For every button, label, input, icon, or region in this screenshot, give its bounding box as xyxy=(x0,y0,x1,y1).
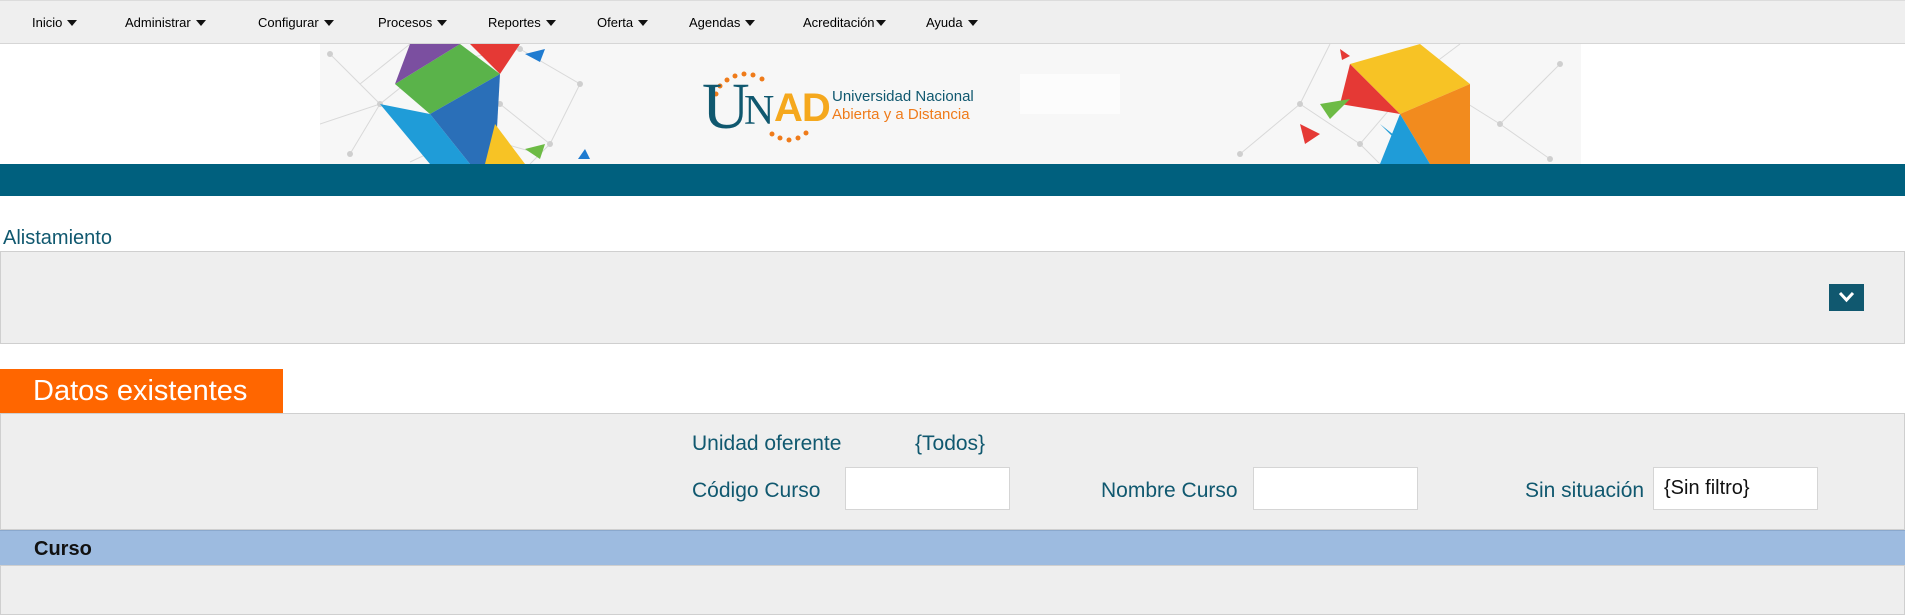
chevron-down-icon xyxy=(1838,291,1855,303)
logo-letter-u: U xyxy=(702,70,750,143)
caret-down-icon xyxy=(323,19,334,26)
menu-ayuda[interactable]: Ayuda xyxy=(926,1,978,45)
unidad-oferente-select[interactable]: {Todos} xyxy=(915,432,985,456)
menu-administrar[interactable]: Administrar xyxy=(125,1,206,45)
grid-body xyxy=(0,565,1905,615)
menu-configurar[interactable]: Configurar xyxy=(258,1,334,45)
menu-agendas[interactable]: Agendas xyxy=(689,1,756,45)
unidad-oferente-label: Unidad oferente xyxy=(692,432,842,455)
expand-button[interactable] xyxy=(1829,284,1864,311)
menu-reportes[interactable]: Reportes xyxy=(488,1,556,45)
nombre-curso-input[interactable] xyxy=(1253,467,1418,510)
menu-acreditacion[interactable]: Acreditación xyxy=(803,1,886,45)
top-menu-bar: Inicio Administrar Configurar Procesos R… xyxy=(0,0,1905,44)
caret-down-icon xyxy=(195,19,206,26)
caret-down-icon xyxy=(67,19,78,26)
menu-inicio[interactable]: Inicio xyxy=(32,1,78,45)
logo-line-1: Universidad Nacional xyxy=(832,88,974,105)
section-title: Alistamiento xyxy=(3,227,112,249)
caret-down-icon xyxy=(638,19,649,26)
filter-panel: Unidad oferente {Todos} Código Curso Nom… xyxy=(0,413,1905,530)
menu-oferta[interactable]: Oferta xyxy=(597,1,649,45)
caret-down-icon xyxy=(545,19,556,26)
caret-down-icon xyxy=(875,19,886,26)
caret-down-icon xyxy=(967,19,978,26)
menu-procesos[interactable]: Procesos xyxy=(378,1,448,45)
sin-situacion-select[interactable] xyxy=(1653,467,1818,510)
datos-existentes-tab: Datos existentes xyxy=(0,369,283,414)
logo-line-2: Abierta y a Distancia xyxy=(832,106,970,123)
caret-down-icon xyxy=(745,19,756,26)
logo-letter-n: N xyxy=(744,88,775,134)
codigo-curso-input[interactable] xyxy=(845,467,1010,510)
logo-letters-ad: AD xyxy=(774,86,831,130)
codigo-curso-label: Código Curso xyxy=(692,479,821,502)
caret-down-icon xyxy=(437,19,448,26)
column-header-curso[interactable]: Curso xyxy=(34,538,92,561)
teal-separator-bar xyxy=(0,164,1905,196)
grid-header: Curso xyxy=(0,530,1905,565)
alistamiento-panel xyxy=(0,251,1905,344)
nombre-curso-label: Nombre Curso xyxy=(1101,479,1238,502)
sin-situacion-label: Sin situación xyxy=(1525,479,1645,502)
